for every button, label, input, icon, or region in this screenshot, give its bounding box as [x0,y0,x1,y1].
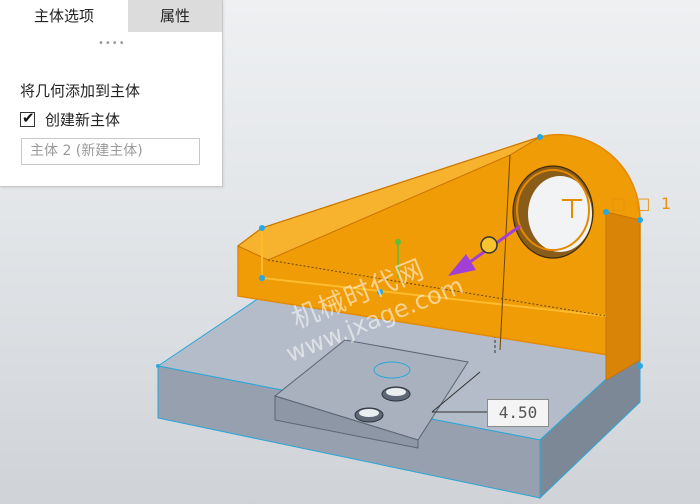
options-panel: 主体选项 属性 •••• 将几何添加到主体 ✔ 创建新主体 主体 2 (新建主体… [0,0,223,187]
dimension-value-box[interactable]: 4.50 [487,399,549,427]
selection-count: 1 [661,194,672,213]
create-new-body-checkbox[interactable]: ✔ [20,108,35,127]
selection-boxes: □ □ [611,194,653,213]
panel-grip-icon[interactable]: •••• [98,38,126,49]
tab-body-options[interactable]: 主体选项 [0,0,128,32]
bracket-side-face[interactable] [605,211,641,381]
panel-tabs: 主体选项 属性 [0,0,222,32]
body-name-field[interactable]: 主体 2 (新建主体) [21,138,200,165]
create-new-body-label: 创建新主体 [45,110,121,129]
tab-properties[interactable]: 属性 [128,0,222,32]
drag-handle[interactable] [480,236,498,254]
checkmark-icon: ✔ [22,108,35,127]
create-new-body-row[interactable]: ✔ 创建新主体 [20,108,120,130]
add-geometry-label: 将几何添加到主体 [20,82,141,100]
